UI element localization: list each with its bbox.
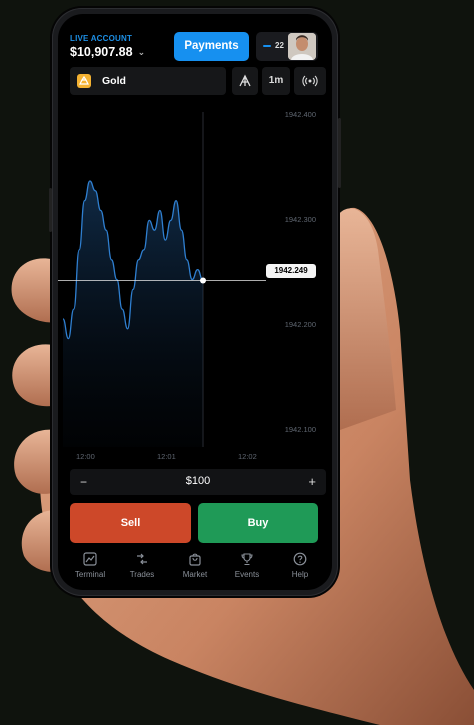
avatar[interactable] (288, 33, 316, 60)
asset-toolbar: Gold 1m (70, 67, 326, 95)
nav-label: Trades (129, 570, 155, 579)
x-tick-label: 12:01 (157, 452, 176, 461)
decrease-amount-button[interactable]: − (80, 475, 87, 489)
nav-item-trades[interactable]: Trades (116, 546, 168, 586)
side-button (49, 188, 52, 232)
y-tick-label: 1942.400 (284, 110, 316, 119)
buy-button[interactable]: Buy (198, 503, 318, 543)
nav-label: Terminal (74, 570, 106, 579)
price-area (63, 181, 203, 447)
help-icon (293, 552, 307, 566)
x-tick-label: 12:00 (76, 452, 95, 461)
payments-button[interactable]: Payments (174, 32, 249, 61)
nav-label: Market (182, 570, 208, 579)
signals-button[interactable] (294, 67, 326, 95)
arrows-icon (137, 553, 147, 565)
account-switcher[interactable]: $10,907.88 ⌄ (70, 45, 145, 59)
amount-stepper[interactable]: $100 − + (70, 469, 326, 495)
chevron-down-icon: ⌄ (137, 47, 146, 57)
y-tick-label: 1942.100 (284, 425, 316, 434)
nav-label: Events (234, 570, 260, 579)
chart-icon (83, 552, 97, 566)
asset-selector[interactable]: Gold (70, 67, 226, 95)
nav-item-events[interactable]: Events (221, 546, 273, 586)
trophy-icon (241, 553, 253, 566)
phone-frame: LIVE ACCOUNT $10,907.88 ⌄ Payments 22 Go… (49, 8, 341, 596)
notification-count: 22 (275, 41, 284, 50)
gold-icon (77, 74, 91, 88)
nav-label: Help (291, 570, 309, 579)
chart-canvas (58, 112, 266, 447)
bottom-nav: Terminal Trades Market Events Help (58, 546, 332, 586)
current-price-tag: 1942.249 (266, 264, 316, 278)
nav-item-market[interactable]: Market (169, 546, 221, 586)
notifications-button[interactable]: 22 (256, 32, 318, 61)
y-tick-label: 1942.300 (284, 215, 316, 224)
x-tick-label: 12:02 (238, 452, 257, 461)
chart-type-icon (239, 74, 251, 87)
nav-item-help[interactable]: Help (274, 546, 326, 586)
sell-button[interactable]: Sell (70, 503, 191, 543)
nav-item-terminal[interactable]: Terminal (64, 546, 116, 586)
top-bar: LIVE ACCOUNT $10,907.88 ⌄ Payments 22 (58, 14, 332, 64)
bag-icon (189, 553, 201, 566)
balance-value: $10,907.88 (70, 45, 133, 59)
account-type-label: LIVE ACCOUNT (70, 34, 133, 43)
y-tick-label: 1942.200 (284, 320, 316, 329)
chart-type-button[interactable] (232, 67, 258, 95)
broadcast-icon (302, 75, 318, 87)
asset-name: Gold (102, 75, 126, 87)
amount-value[interactable]: $100 (70, 475, 326, 487)
current-price-marker (200, 277, 206, 284)
price-chart[interactable]: 1942.400 1942.300 1942.200 1942.100 12:0… (58, 102, 332, 466)
phone-screen: LIVE ACCOUNT $10,907.88 ⌄ Payments 22 Go… (58, 14, 332, 590)
timeframe-button[interactable]: 1m (262, 67, 290, 95)
increase-amount-button[interactable]: + (308, 474, 316, 489)
notification-indicator-icon (263, 45, 271, 47)
side-button (338, 118, 341, 188)
